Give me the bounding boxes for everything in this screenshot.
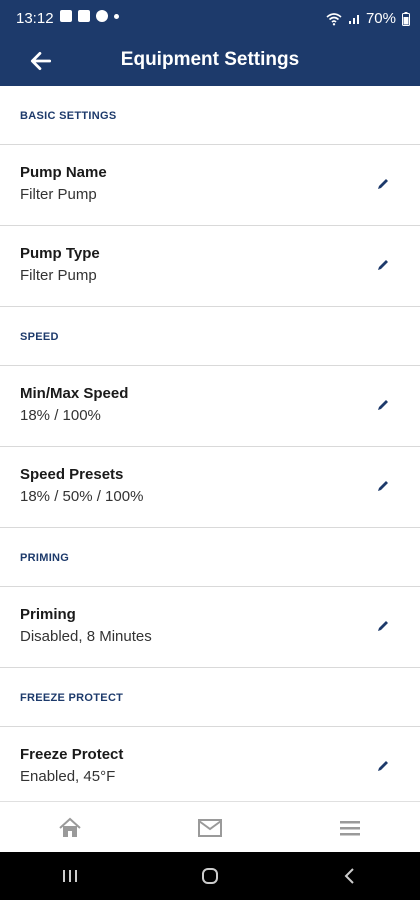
wifi-icon	[326, 12, 342, 25]
signal-icon	[348, 14, 359, 24]
row-value: Filter Pump	[20, 186, 97, 203]
pump-name-row[interactable]: Pump Name Filter Pump	[0, 145, 420, 226]
section-title: SPEED	[20, 331, 59, 343]
notification-icons	[60, 10, 119, 22]
row-value: Disabled, 8 Minutes	[20, 628, 152, 645]
section-header-priming: PRIMING	[0, 528, 420, 587]
home-circle-icon	[202, 868, 218, 884]
edit-pencil-icon[interactable]	[376, 177, 390, 191]
edit-pencil-icon[interactable]	[376, 479, 390, 493]
row-label: Pump Name	[20, 164, 107, 181]
row-value: 18% / 50% / 100%	[20, 488, 144, 505]
edit-pencil-icon[interactable]	[376, 759, 390, 773]
mail-icon	[198, 818, 222, 837]
menu-icon	[340, 820, 360, 835]
freeze-protect-row[interactable]: Freeze Protect Enabled, 45°F	[0, 727, 420, 801]
section-title: PRIMING	[20, 552, 70, 564]
more-dot-icon	[114, 13, 119, 19]
edit-pencil-icon[interactable]	[376, 258, 390, 272]
gallery-icon	[60, 10, 72, 22]
row-label: Priming	[20, 606, 76, 623]
status-bar: 13:12 70%	[0, 0, 420, 36]
min-max-speed-row[interactable]: Min/Max Speed 18% / 100%	[0, 366, 420, 447]
priming-row[interactable]: Priming Disabled, 8 Minutes	[0, 587, 420, 668]
battery-icon	[402, 11, 410, 26]
section-title: BASIC SETTINGS	[20, 110, 117, 122]
row-label: Pump Type	[20, 245, 100, 262]
back-button[interactable]	[320, 856, 380, 896]
row-label: Freeze Protect	[20, 746, 124, 763]
row-value: Enabled, 45°F	[20, 768, 116, 785]
home-button[interactable]	[180, 856, 240, 896]
back-chevron-icon	[344, 868, 354, 884]
row-label: Min/Max Speed	[20, 385, 129, 402]
nav-messages[interactable]	[140, 802, 280, 853]
row-label: Speed Presets	[20, 466, 124, 483]
row-value: 18% / 100%	[20, 407, 101, 424]
edit-pencil-icon[interactable]	[376, 619, 390, 633]
status-time: 13:12	[16, 10, 54, 27]
home-icon	[59, 817, 81, 837]
battery-percent: 70%	[365, 10, 396, 27]
app-bar: Equipment Settings	[0, 36, 420, 86]
edit-pencil-icon[interactable]	[376, 398, 390, 412]
system-navigation-bar	[0, 852, 420, 900]
section-header-basic-settings: BASIC SETTINGS	[0, 86, 420, 145]
nav-home[interactable]	[0, 802, 140, 853]
bottom-navigation	[0, 801, 420, 853]
page-title: Equipment Settings	[120, 49, 300, 70]
section-header-speed: SPEED	[0, 307, 420, 366]
section-header-freeze-protect: FREEZE PROTECT	[0, 668, 420, 727]
recent-apps-button[interactable]	[40, 856, 100, 896]
status-right: 70%	[326, 10, 410, 27]
section-title: FREEZE PROTECT	[20, 692, 124, 704]
settings-list: BASIC SETTINGS Pump Name Filter Pump Pum…	[0, 86, 420, 801]
checkbox-icon	[78, 10, 90, 22]
speed-presets-row[interactable]: Speed Presets 18% / 50% / 100%	[0, 447, 420, 528]
settings-icon	[96, 10, 108, 22]
recent-apps-icon	[63, 870, 77, 882]
pump-type-row[interactable]: Pump Type Filter Pump	[0, 226, 420, 307]
nav-menu[interactable]	[280, 802, 420, 853]
row-value: Filter Pump	[20, 267, 97, 284]
